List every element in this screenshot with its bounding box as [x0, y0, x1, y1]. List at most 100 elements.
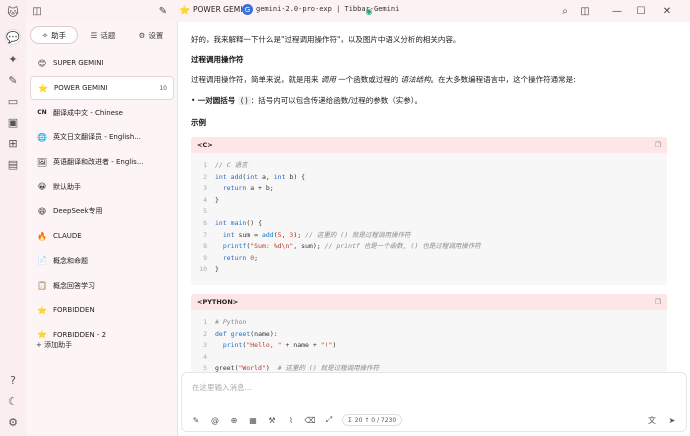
assistant-emoji-icon: 😊: [37, 58, 47, 68]
attach-icon[interactable]: ⌇: [285, 414, 297, 426]
code-text: printf("Sum: %d\n", sum); // printf 也是一个…: [222, 242, 481, 251]
mention-icon[interactable]: @: [209, 414, 221, 426]
chat-icon[interactable]: 💬: [6, 30, 20, 44]
tab-settings[interactable]: ⚙ 设置: [128, 26, 174, 44]
heading-call-operator: 过程调用操作符: [191, 55, 244, 64]
image-icon[interactable]: ▣: [6, 115, 20, 129]
expand-icon[interactable]: ⤢: [323, 414, 335, 426]
assistant-emoji-icon: 📄: [37, 256, 47, 266]
folder-icon[interactable]: ▭: [6, 94, 20, 108]
translate-icon[interactable]: 文: [646, 414, 658, 426]
send-icon[interactable]: ➤: [666, 414, 678, 426]
layout-icon[interactable]: ◫: [578, 4, 592, 18]
code-line: 2 def greet(name):: [191, 329, 667, 341]
tab-assistants[interactable]: ✧ 助手: [30, 26, 78, 44]
code-header: <C> ❐: [191, 137, 667, 153]
code-header: <PYTHON> ❐: [191, 294, 667, 310]
knowledge-icon[interactable]: ▦: [247, 414, 259, 426]
message-input-box[interactable]: 在这里输入消息... ✎ @ ⊕ ▦ ⚒ ⌇ ⌫ ⤢ Σ 20 ↑ 0 / 723…: [181, 372, 687, 432]
message-intro: 好的，我来解释一下什么是"过程调用操作符"，以及图片中语义分析的相关内容。: [191, 35, 461, 44]
add-assistant-button[interactable]: + 添加助手: [36, 340, 72, 350]
input-actions: 文 ➤: [646, 414, 678, 426]
assistant-list: 😊 SUPER GEMINI ⭐ POWER GEMINI 10 CN 翻译成中文 - …: [30, 51, 174, 347]
assistant-item[interactable]: ⭐ FORBIDDEN: [30, 298, 174, 323]
paragraph-definition: 过程调用操作符，简单来说，就是用来 调用 一个函数或过程的 语法结构。在大多数编…: [191, 74, 667, 85]
code-text: int main() {: [215, 218, 262, 227]
sigma-icon: Σ: [348, 416, 352, 424]
minimize-icon[interactable]: —: [610, 4, 624, 18]
strong-text: 一对圆括号: [197, 96, 236, 105]
list-icon: ☰: [90, 30, 98, 40]
assistant-emoji-icon: ⭐: [37, 330, 47, 340]
help-icon[interactable]: ?: [6, 373, 20, 387]
assistant-emoji-icon: 📋: [37, 281, 47, 291]
chat-main: 好的，我来解释一下什么是"过程调用操作符"，以及图片中语义分析的相关内容。 过程…: [178, 22, 690, 436]
gear-icon: ⚙: [138, 30, 146, 40]
line-number: 6: [203, 218, 207, 227]
eye-icon[interactable]: ◉: [362, 4, 376, 18]
code-block-c: <C> ❐ 1 // C 语言 2 int add(int a, int b) {3 r…: [191, 137, 667, 285]
assistant-item-active[interactable]: ⭐ POWER GEMINI 10: [30, 75, 174, 101]
wrench-icon[interactable]: ⚒: [266, 414, 278, 426]
icon-rail: 🐱 💬 ✦ ✎ ▭ ▣ ⊞ ▤ ? ☾ ⚙: [0, 0, 26, 436]
file-icon[interactable]: ▤: [6, 157, 20, 171]
emphasis: 调用: [320, 75, 336, 84]
sparkle-icon: ✧: [41, 30, 49, 40]
new-topic-icon[interactable]: ✎: [190, 414, 202, 426]
code-text: }: [215, 265, 219, 274]
copy-icon[interactable]: ❐: [655, 141, 661, 149]
line-number: 4: [203, 352, 207, 361]
assistant-name: 概念和命题: [53, 256, 88, 265]
assistant-item[interactable]: 🖼 英语翻译和改进者 - Englis...: [30, 150, 174, 175]
clear-icon[interactable]: ⌫: [304, 414, 316, 426]
code-line: 2 int add(int a, int b) {: [191, 172, 667, 184]
paint-icon[interactable]: ✎: [6, 73, 20, 87]
tab-label: 话题: [100, 30, 116, 40]
assistant-name: 翻译成中文 - Chinese: [53, 108, 123, 117]
line-number: 3: [203, 184, 207, 193]
assistant-item[interactable]: 😄 DeepSeek专用: [30, 199, 174, 224]
line-number: 9: [203, 253, 207, 262]
new-chat-icon[interactable]: ✎: [156, 4, 170, 18]
assistant-name: 英语翻译和改进者 - Englis...: [53, 158, 144, 167]
model-logo-icon: G: [242, 4, 253, 15]
message-area: 好的，我来解释一下什么是"过程调用操作符"，以及图片中语义分析的相关内容。 过程…: [178, 22, 690, 372]
code-text: return a + b;: [222, 184, 274, 193]
text: ：括号内可以包含传递给函数/过程的参数（实参）。: [250, 96, 423, 105]
close-icon[interactable]: ✕: [660, 4, 674, 18]
search-icon[interactable]: ⌕: [558, 4, 572, 18]
assistant-item[interactable]: 🔥 CLAUDE: [30, 224, 174, 249]
code-line: 4: [191, 352, 667, 364]
tab-topics[interactable]: ☰ 话题: [80, 26, 126, 44]
code-line: 1 # Python: [191, 317, 667, 329]
message-input[interactable]: 在这里输入消息...: [192, 382, 252, 393]
code-text: def greet(name):: [215, 329, 278, 338]
code-text: print("Hello, " + name + "!"): [222, 341, 337, 350]
app-logo-icon: 🐱: [7, 5, 19, 19]
line-number: 10: [199, 265, 207, 274]
sparkle-icon[interactable]: ✦: [6, 52, 20, 66]
theme-icon[interactable]: ☾: [6, 394, 20, 408]
code-line: 10}: [191, 264, 667, 276]
code-line: 6 int main() {: [191, 218, 667, 230]
globe-icon[interactable]: ⊕: [228, 414, 240, 426]
assistant-item[interactable]: 😀 默认助手: [30, 174, 174, 199]
code-text: }: [215, 195, 219, 204]
assistant-item[interactable]: 🌐 英文日文翻译员 - English...: [30, 125, 174, 150]
token-counter: Σ 20 ↑ 0 / 7230: [342, 414, 403, 426]
assistant-item[interactable]: 📄 概念和命题: [30, 249, 174, 274]
code-line: 5 greet("World") # 这里的 () 就是过程调用操作符: [191, 363, 667, 372]
copy-icon[interactable]: ❐: [655, 298, 661, 306]
code-line: 8 printf("Sum: %d\n", sum); // printf 也是…: [191, 241, 667, 253]
assistant-item[interactable]: 😊 SUPER GEMINI: [30, 51, 174, 76]
apps-icon[interactable]: ⊞: [6, 136, 20, 150]
assistant-item[interactable]: 📋 概念回答学习: [30, 273, 174, 298]
model-name[interactable]: gemini-2.0-pro-exp | Tibbar-Gemini: [256, 5, 399, 13]
sidebar-toggle-icon[interactable]: ◫: [30, 4, 44, 18]
assistant-name: 默认助手: [53, 182, 81, 191]
code-text: # Python: [215, 318, 247, 326]
settings-icon[interactable]: ⚙: [6, 415, 20, 429]
code-language: <PYTHON>: [197, 298, 239, 306]
assistant-item[interactable]: CN 翻译成中文 - Chinese: [30, 100, 174, 125]
maximize-icon[interactable]: ☐: [634, 4, 648, 18]
